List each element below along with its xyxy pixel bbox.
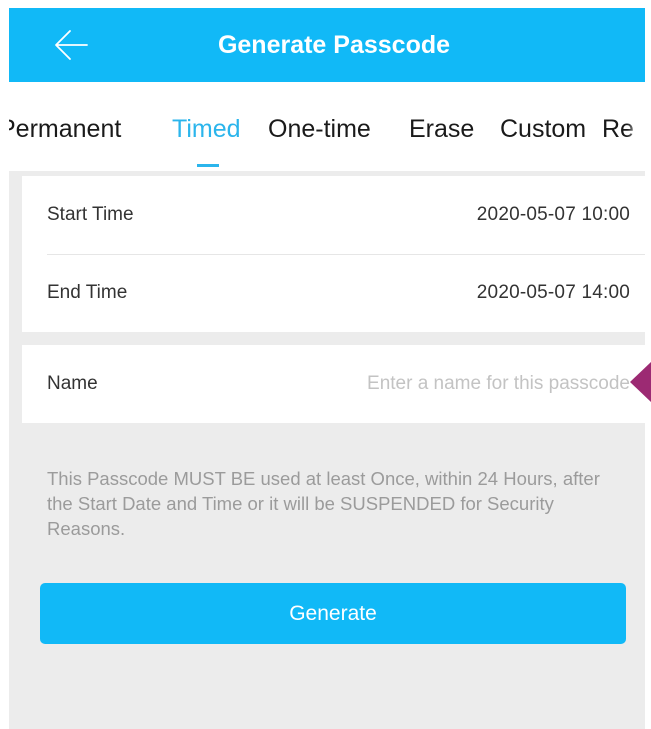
- active-tab-indicator: [197, 164, 219, 167]
- notice-text: This Passcode MUST BE used at least Once…: [47, 468, 600, 539]
- tab-bar: Permanent Timed One-time Erase Custom Re: [9, 82, 645, 171]
- tab-custom[interactable]: Custom: [500, 115, 586, 144]
- name-row: Name: [22, 345, 645, 423]
- name-label: Name: [47, 373, 98, 394]
- tab-fade: [627, 82, 645, 171]
- page-title: Generate Passcode: [217, 31, 451, 59]
- name-card: Name: [22, 345, 645, 423]
- time-card: Start Time 2020-05-07 10:00 End Time 202…: [22, 176, 645, 332]
- pointer-marker-icon: [630, 362, 651, 402]
- tab-timed[interactable]: Timed: [172, 115, 241, 144]
- generate-button[interactable]: Generate: [40, 583, 626, 644]
- start-time-value: 2020-05-07 10:00: [476, 204, 630, 225]
- app-screen: Generate Passcode Permanent Timed One-ti…: [9, 8, 645, 729]
- tab-one-time[interactable]: One-time: [268, 115, 371, 144]
- end-time-value: 2020-05-07 14:00: [476, 282, 630, 303]
- tab-erase[interactable]: Erase: [409, 115, 474, 144]
- start-time-label: Start Time: [47, 204, 134, 225]
- app-bar: Generate Passcode: [9, 8, 645, 82]
- end-time-label: End Time: [47, 282, 128, 303]
- end-time-row[interactable]: End Time 2020-05-07 14:00: [22, 254, 645, 332]
- tab-permanent[interactable]: Permanent: [9, 115, 121, 144]
- start-time-row[interactable]: Start Time 2020-05-07 10:00: [22, 176, 645, 254]
- name-input[interactable]: [270, 373, 630, 395]
